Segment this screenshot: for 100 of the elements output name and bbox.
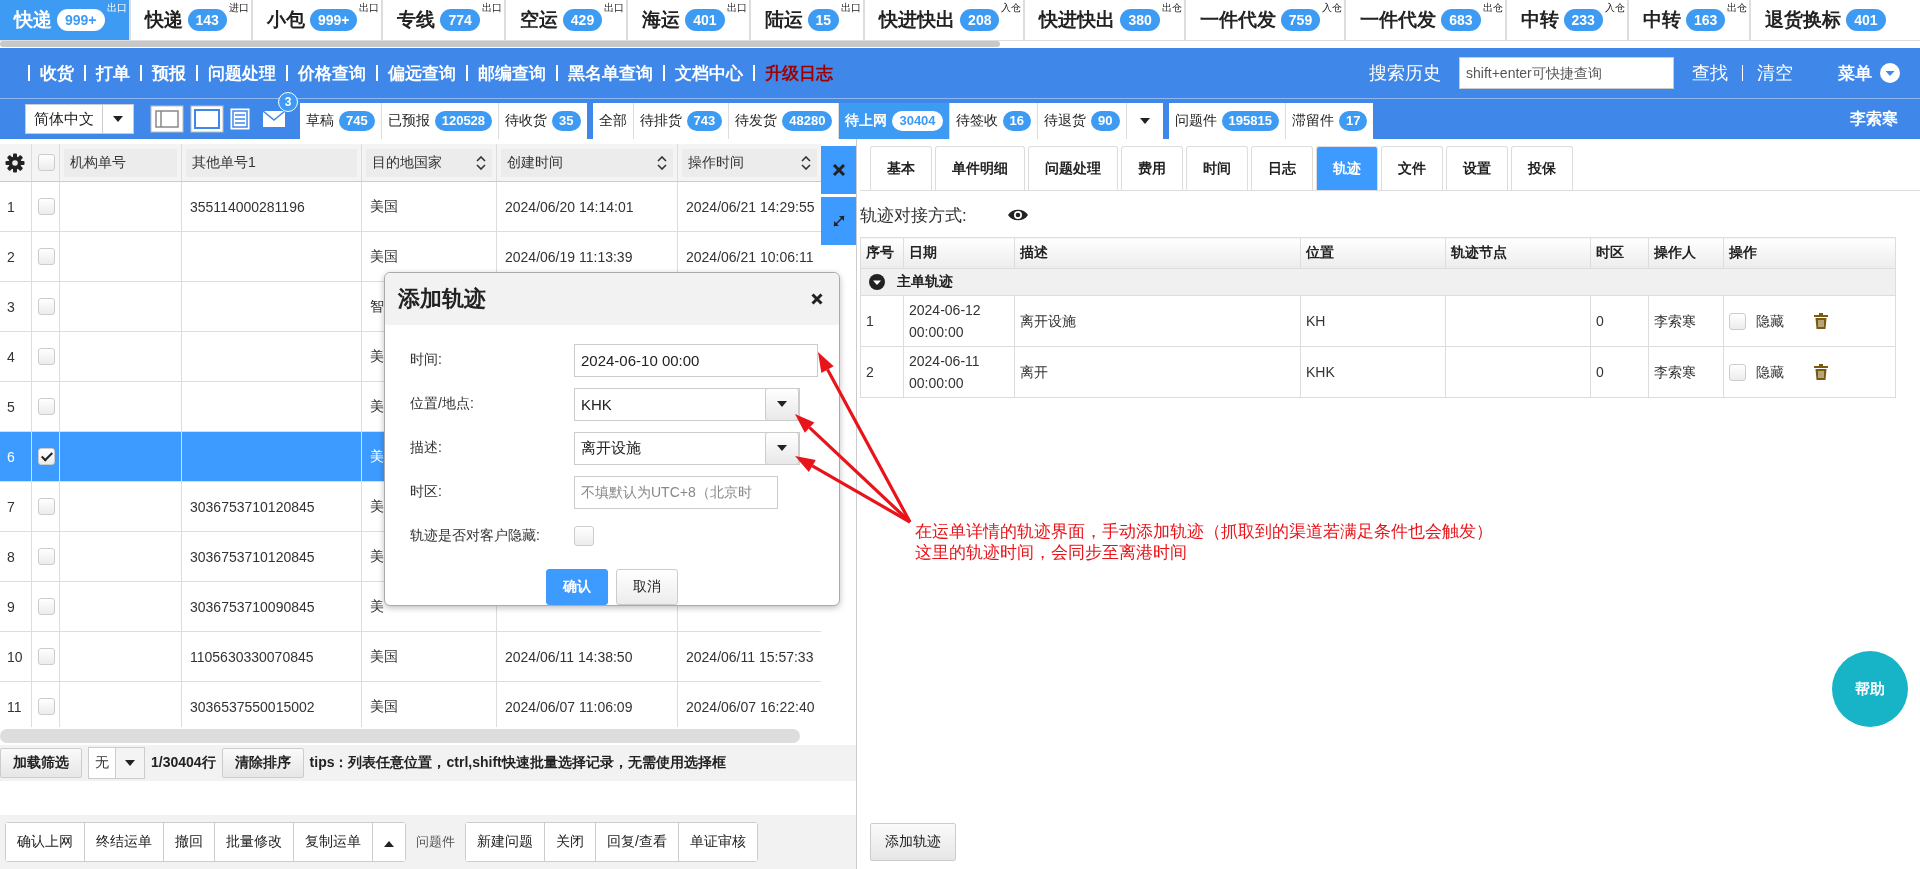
column-header[interactable]: 机构单号	[64, 148, 177, 177]
collapse-icon[interactable]	[869, 274, 885, 290]
tag-label: 出口	[841, 2, 862, 13]
trash-icon[interactable]	[1814, 313, 1828, 329]
action-button[interactable]: 新建问题	[466, 823, 545, 861]
table-cell: 2024-06-12 00:00:00	[909, 302, 981, 340]
input-field[interactable]: 2024-06-10 00:00	[574, 343, 818, 377]
row-number: 8	[0, 532, 32, 581]
checkbox[interactable]	[38, 298, 55, 315]
count-badge: 163	[1685, 9, 1726, 31]
row-number: 9	[0, 582, 32, 631]
nav-link[interactable]: 黑名单查询	[568, 61, 653, 85]
nav-link[interactable]: 偏远查询	[388, 61, 456, 85]
status-tab[interactable]: 草稿 745	[300, 103, 382, 139]
detail-tab[interactable]: 问题处理	[1028, 146, 1118, 190]
search-field[interactable]: shift+enter可快捷查询	[1459, 57, 1674, 89]
table-cell: 2024/06/19 11:13:39	[505, 248, 633, 265]
cancel-button[interactable]: 取消	[616, 569, 678, 605]
list-icon[interactable]	[230, 108, 250, 130]
count-badge: 743	[686, 111, 723, 131]
table-row[interactable]: 1 355114000281196 美国 2024/06/20 14:14:01 2024/06/21 14:29:55	[0, 182, 821, 232]
detail-tab[interactable]: 费用	[1121, 146, 1183, 190]
status-tab[interactable]: 全部	[592, 103, 634, 139]
settings-icon[interactable]	[5, 152, 25, 173]
checkbox[interactable]	[38, 154, 55, 171]
sort-icon	[476, 155, 486, 170]
checkbox[interactable]	[38, 348, 55, 365]
eye-icon[interactable]	[1006, 207, 1029, 223]
close-button[interactable]	[821, 146, 856, 194]
horizontal-scrollbar[interactable]	[0, 41, 1000, 47]
table-row[interactable]: 10 1105630330070845 美国 2024/06/11 14:38:50 2024/06/11 15:57:33	[0, 632, 821, 682]
clear-sort-button[interactable]: 清除排序	[221, 748, 304, 778]
checkbox[interactable]	[38, 248, 55, 265]
nav-link[interactable]: 打单	[96, 61, 130, 85]
count-badge: 48280	[782, 111, 833, 131]
checkbox[interactable]	[1729, 363, 1746, 381]
clear-link[interactable]: 清空	[1757, 61, 1793, 85]
count-badge: 208	[960, 9, 1000, 31]
column-header[interactable]: 目的地国家	[366, 148, 492, 177]
find-link[interactable]: 查找	[1692, 61, 1728, 85]
select-value: 无	[94, 754, 110, 772]
nav-link[interactable]: 文档中心	[675, 61, 743, 85]
detail-tab[interactable]: 投保	[1511, 146, 1573, 190]
nav-link[interactable]: 问题处理	[208, 61, 276, 85]
checkbox[interactable]	[38, 198, 55, 215]
table-cell: 2024/06/11 14:38:50	[505, 648, 633, 665]
caret-up-icon	[384, 841, 394, 847]
detail-tab[interactable]: 文件	[1381, 146, 1443, 190]
close-icon[interactable]	[811, 293, 823, 305]
status-tab[interactable]: 问题件 195815	[1168, 103, 1286, 139]
select-field[interactable]: KHK	[574, 387, 800, 421]
checkbox[interactable]	[38, 648, 55, 665]
count-badge: 120528	[434, 111, 493, 131]
filter-select[interactable]: 无	[88, 747, 145, 779]
action-button[interactable]: 确认上网	[6, 823, 85, 861]
tag-label: 出仓	[1161, 2, 1182, 13]
tag-label: 出口	[604, 2, 625, 13]
table-cell: 0	[1596, 313, 1604, 329]
checkbox[interactable]	[38, 398, 55, 415]
checkbox[interactable]	[38, 698, 55, 715]
table-cell: 1	[866, 313, 874, 329]
checkbox[interactable]	[38, 498, 55, 515]
nav-link[interactable]: 价格查询	[298, 61, 366, 85]
checkbox[interactable]	[38, 548, 55, 565]
trash-icon[interactable]	[1814, 364, 1828, 380]
checkbox[interactable]	[574, 526, 594, 546]
table-cell: 美国	[370, 697, 398, 716]
language-select[interactable]: 简体中文	[25, 104, 134, 134]
checkbox[interactable]	[38, 598, 55, 615]
tag-label: 进口	[228, 2, 249, 13]
input-field[interactable]: 不填默认为UTC+8（北京时	[574, 475, 778, 509]
count-badge: 380	[1120, 9, 1160, 31]
column-header[interactable]: 其他单号1	[186, 148, 357, 177]
table-cell: 离开	[1020, 364, 1048, 380]
table-cell: 美	[370, 597, 384, 616]
layout-single-icon[interactable]	[190, 105, 224, 133]
layout-sidebar-icon[interactable]	[150, 105, 184, 133]
menu-button[interactable]: 菜单	[1838, 61, 1900, 85]
detail-tab[interactable]: 日志	[1251, 146, 1313, 190]
detail-tab[interactable]: 设置	[1446, 146, 1508, 190]
count-badge: 16	[1002, 111, 1032, 131]
column-header[interactable]: 创建时间	[501, 148, 673, 177]
mail-icon[interactable]	[262, 110, 286, 128]
nav-link[interactable]: 预报	[152, 61, 186, 85]
row-number: 4	[0, 332, 32, 381]
add-track-button[interactable]: 添加轨迹	[870, 823, 956, 861]
filter-button[interactable]: 加载筛选	[0, 748, 82, 778]
group-label: 主单轨迹	[897, 273, 953, 291]
column-header[interactable]: 操作时间	[682, 148, 817, 177]
select-field[interactable]: 离开设施	[574, 431, 800, 465]
detail-tab[interactable]: 时间	[1186, 146, 1248, 190]
search-history-link[interactable]: 搜索历史	[1369, 61, 1441, 85]
detail-tab[interactable]: 单件明细	[935, 146, 1025, 190]
checkbox[interactable]	[38, 448, 55, 465]
nav-link[interactable]: 邮编查询	[478, 61, 546, 85]
checkbox[interactable]	[1729, 312, 1746, 330]
horizontal-scrollbar[interactable]	[0, 729, 800, 743]
detail-tab[interactable]: 基本	[870, 146, 932, 190]
page-info: 1/30404行	[151, 754, 216, 772]
nav-link[interactable]: 收货	[40, 61, 74, 85]
